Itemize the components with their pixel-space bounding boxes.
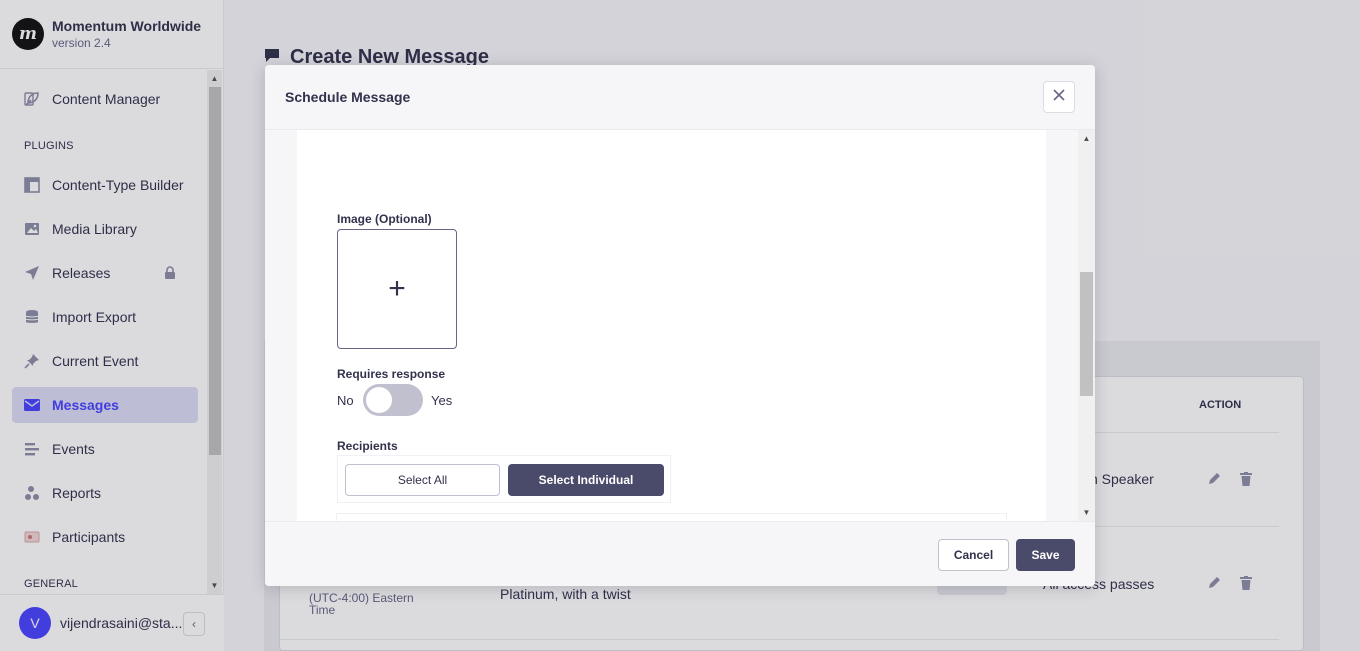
select-all-button[interactable]: Select All <box>345 464 500 496</box>
image-label: Image (Optional) <box>337 212 432 226</box>
toggle-on-label: Yes <box>431 393 453 408</box>
dialog-footer: Cancel Save <box>265 521 1095 586</box>
plus-icon: + <box>388 272 406 305</box>
recipients-selector: Select All Select Individual <box>337 455 671 503</box>
dialog-title: Schedule Message <box>285 89 411 105</box>
dialog-scrollbar-thumb[interactable] <box>1080 272 1093 396</box>
toggle-knob <box>366 387 392 413</box>
save-button[interactable]: Save <box>1016 539 1075 571</box>
dialog-header: Schedule Message <box>265 65 1095 130</box>
select-individual-button[interactable]: Select Individual <box>508 464 664 496</box>
image-upload-button[interactable]: + <box>337 229 457 349</box>
close-icon <box>1053 88 1065 106</box>
schedule-message-dialog: Schedule Message Image (Optional) + Requ… <box>265 65 1095 586</box>
requires-response-label: Requires response <box>337 367 446 381</box>
scroll-up-arrow-icon[interactable]: ▲ <box>1078 130 1095 147</box>
requires-response-toggle[interactable] <box>363 384 423 416</box>
dialog-body: Image (Optional) + Requires response No … <box>265 130 1095 576</box>
toggle-off-label: No <box>337 393 354 408</box>
close-button[interactable] <box>1043 81 1075 113</box>
cancel-button[interactable]: Cancel <box>938 539 1009 571</box>
recipients-label: Recipients <box>337 439 398 453</box>
scroll-down-arrow-icon[interactable]: ▼ <box>1078 504 1095 521</box>
